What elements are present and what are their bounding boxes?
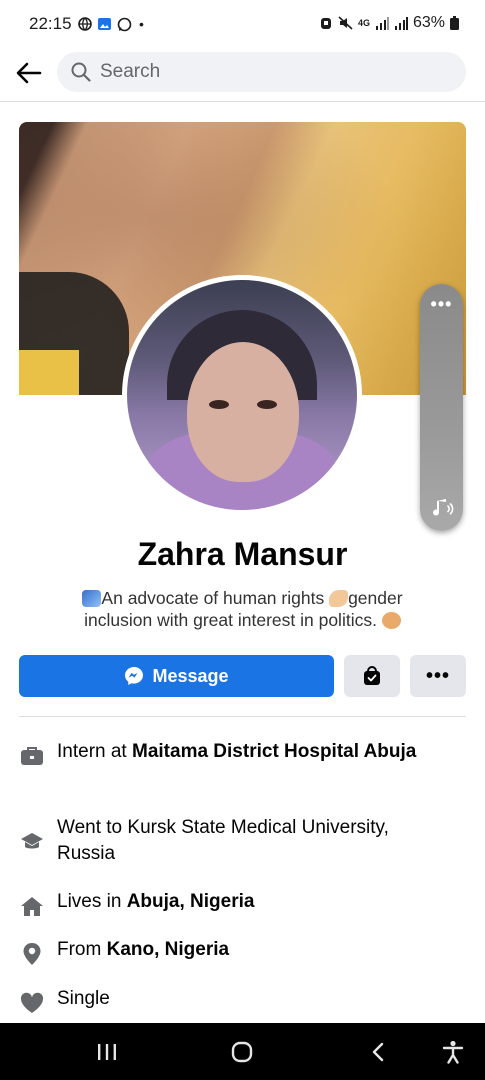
volume-menu-button[interactable]: ••• <box>420 294 463 315</box>
heart-icon <box>18 990 46 1016</box>
search-input[interactable]: Search <box>57 52 466 92</box>
back-system-button[interactable] <box>364 1037 392 1067</box>
message-button[interactable]: Message <box>19 655 334 697</box>
message-button-label: Message <box>152 665 229 686</box>
more-options-button[interactable]: ••• <box>410 655 466 697</box>
gallery-icon <box>98 18 111 30</box>
search-placeholder: Search <box>100 61 161 82</box>
work-briefcase-icon <box>18 743 46 769</box>
detail-relationship: Single <box>18 986 466 1016</box>
flexed-biceps-emoji <box>329 590 349 607</box>
mute-icon <box>338 16 353 30</box>
status-bar: 22:15 • 4G 63% <box>0 0 485 46</box>
detail-relationship-text: Single <box>57 988 110 1009</box>
home-button[interactable] <box>226 1037 258 1067</box>
ok-hand-emoji <box>381 612 401 629</box>
recent-apps-button[interactable] <box>92 1037 122 1067</box>
accessibility-button[interactable] <box>438 1037 468 1067</box>
shopping-bag-icon <box>364 666 380 685</box>
accessibility-icon <box>442 1040 464 1064</box>
profile-name: Zahra Mansur <box>137 536 348 572</box>
profile-picture[interactable] <box>122 275 362 515</box>
shop-button[interactable] <box>344 655 400 697</box>
back-arrow-icon <box>16 62 42 84</box>
status-notification-icons: • <box>78 16 144 32</box>
home-icon <box>18 893 46 919</box>
system-navigation-bar <box>0 1023 485 1080</box>
signal-icon <box>394 16 408 30</box>
status-time: 22:15 <box>29 14 72 33</box>
detail-current-city: Lives in Abuja, Nigeria <box>18 889 466 919</box>
profile-picture-image <box>127 280 357 510</box>
avatar-eye-left <box>209 400 229 409</box>
network-type: 4G <box>357 17 370 28</box>
messenger-icon <box>125 667 144 685</box>
location-pin-icon <box>18 941 46 967</box>
whatsapp-icon <box>117 17 132 31</box>
home-button-icon <box>231 1041 253 1063</box>
detail-current-city-text: Lives in Abuja, Nigeria <box>57 891 255 912</box>
detail-work-text: Intern at Maitama District Hospital Abuj… <box>57 741 417 762</box>
alarm-icon <box>320 18 331 29</box>
detail-education-text: Went to Kursk State Medical University, … <box>57 817 389 864</box>
avatar-face <box>187 342 299 482</box>
vpn-globe-icon <box>78 17 92 31</box>
back-button[interactable] <box>12 56 46 90</box>
bio-text-1: An advocate of human rights <box>101 588 330 608</box>
music-volume-icon <box>433 499 454 516</box>
cover-photo-background <box>19 350 79 395</box>
status-system-icons: 4G 63% <box>319 14 459 32</box>
profile-bio: An advocate of human rights gender inclu… <box>50 587 435 631</box>
education-cap-icon <box>18 829 46 855</box>
recent-apps-icon <box>98 1044 116 1060</box>
search-header: Search <box>0 46 485 102</box>
back-chevron-icon <box>372 1042 384 1062</box>
detail-work: Intern at Maitama District Hospital Abuj… <box>18 739 466 769</box>
battery-percent: 63% <box>412 14 445 31</box>
section-divider <box>19 716 466 717</box>
avatar-eye-right <box>257 400 277 409</box>
battery-icon <box>450 16 459 30</box>
volume-slider[interactable]: ••• <box>420 284 463 531</box>
status-dot: • <box>139 16 144 32</box>
signal-icon <box>375 16 389 30</box>
detail-education: Went to Kursk State Medical University, … <box>18 815 466 867</box>
detail-hometown-text: From Kano, Nigeria <box>57 939 230 960</box>
search-icon <box>71 62 91 82</box>
scales-emoji <box>82 590 102 607</box>
detail-hometown: From Kano, Nigeria <box>18 937 466 967</box>
